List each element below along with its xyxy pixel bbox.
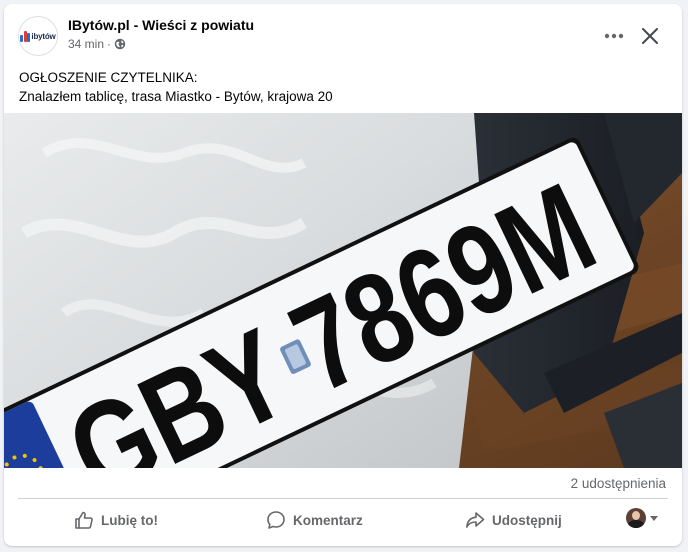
reaction-as-selector[interactable] (626, 508, 658, 528)
like-button[interactable]: Lubię to! (74, 502, 158, 538)
logo-text: ibytów (31, 31, 56, 41)
more-horizontal-icon (604, 33, 624, 39)
page-avatar[interactable]: ibytów (18, 16, 58, 56)
actions-divider (18, 498, 668, 499)
share-icon (466, 512, 485, 528)
comment-icon (267, 511, 285, 529)
meta-separator: · (107, 37, 112, 51)
globe-icon[interactable] (114, 38, 126, 50)
license-plate-photo: GBY 7869M (4, 113, 682, 468)
comment-label: Komentarz (293, 512, 363, 528)
user-avatar (626, 508, 646, 528)
post-header: ibytów IBytów.pl - Wieści z powiatu 34 m… (4, 4, 682, 64)
post-message: OGŁOSZENIE CZYTELNIKA: Znalazłem tablicę… (19, 68, 333, 106)
post-timestamp[interactable]: 34 min (68, 37, 104, 51)
close-button[interactable] (636, 22, 664, 50)
post-meta: 34 min · (68, 37, 126, 51)
page-name-link[interactable]: IBytów.pl - Wieści z powiatu (68, 17, 254, 33)
post-card: ibytów IBytów.pl - Wieści z powiatu 34 m… (4, 4, 682, 546)
thumbs-up-icon (75, 511, 93, 529)
post-actions: Lubię to! Komentarz Udostępnij (4, 502, 682, 538)
post-text-line-1: OGŁOSZENIE CZYTELNIKA: (19, 70, 198, 85)
more-options-button[interactable] (598, 22, 630, 50)
logo-bars-icon (20, 30, 31, 42)
like-label: Lubię to! (101, 512, 158, 528)
post-text-line-2: Znalazłem tablicę, trasa Miastko - Bytów… (19, 89, 333, 104)
post-photo[interactable]: GBY 7869M (4, 113, 682, 468)
close-icon (642, 28, 658, 44)
chevron-down-icon (650, 515, 658, 521)
share-label: Udostępnij (492, 512, 562, 528)
share-button[interactable]: Udostępnij (465, 502, 562, 538)
shares-count[interactable]: 2 udostępnienia (571, 476, 666, 491)
page-logo: ibytów (20, 30, 56, 42)
comment-button[interactable]: Komentarz (266, 502, 363, 538)
